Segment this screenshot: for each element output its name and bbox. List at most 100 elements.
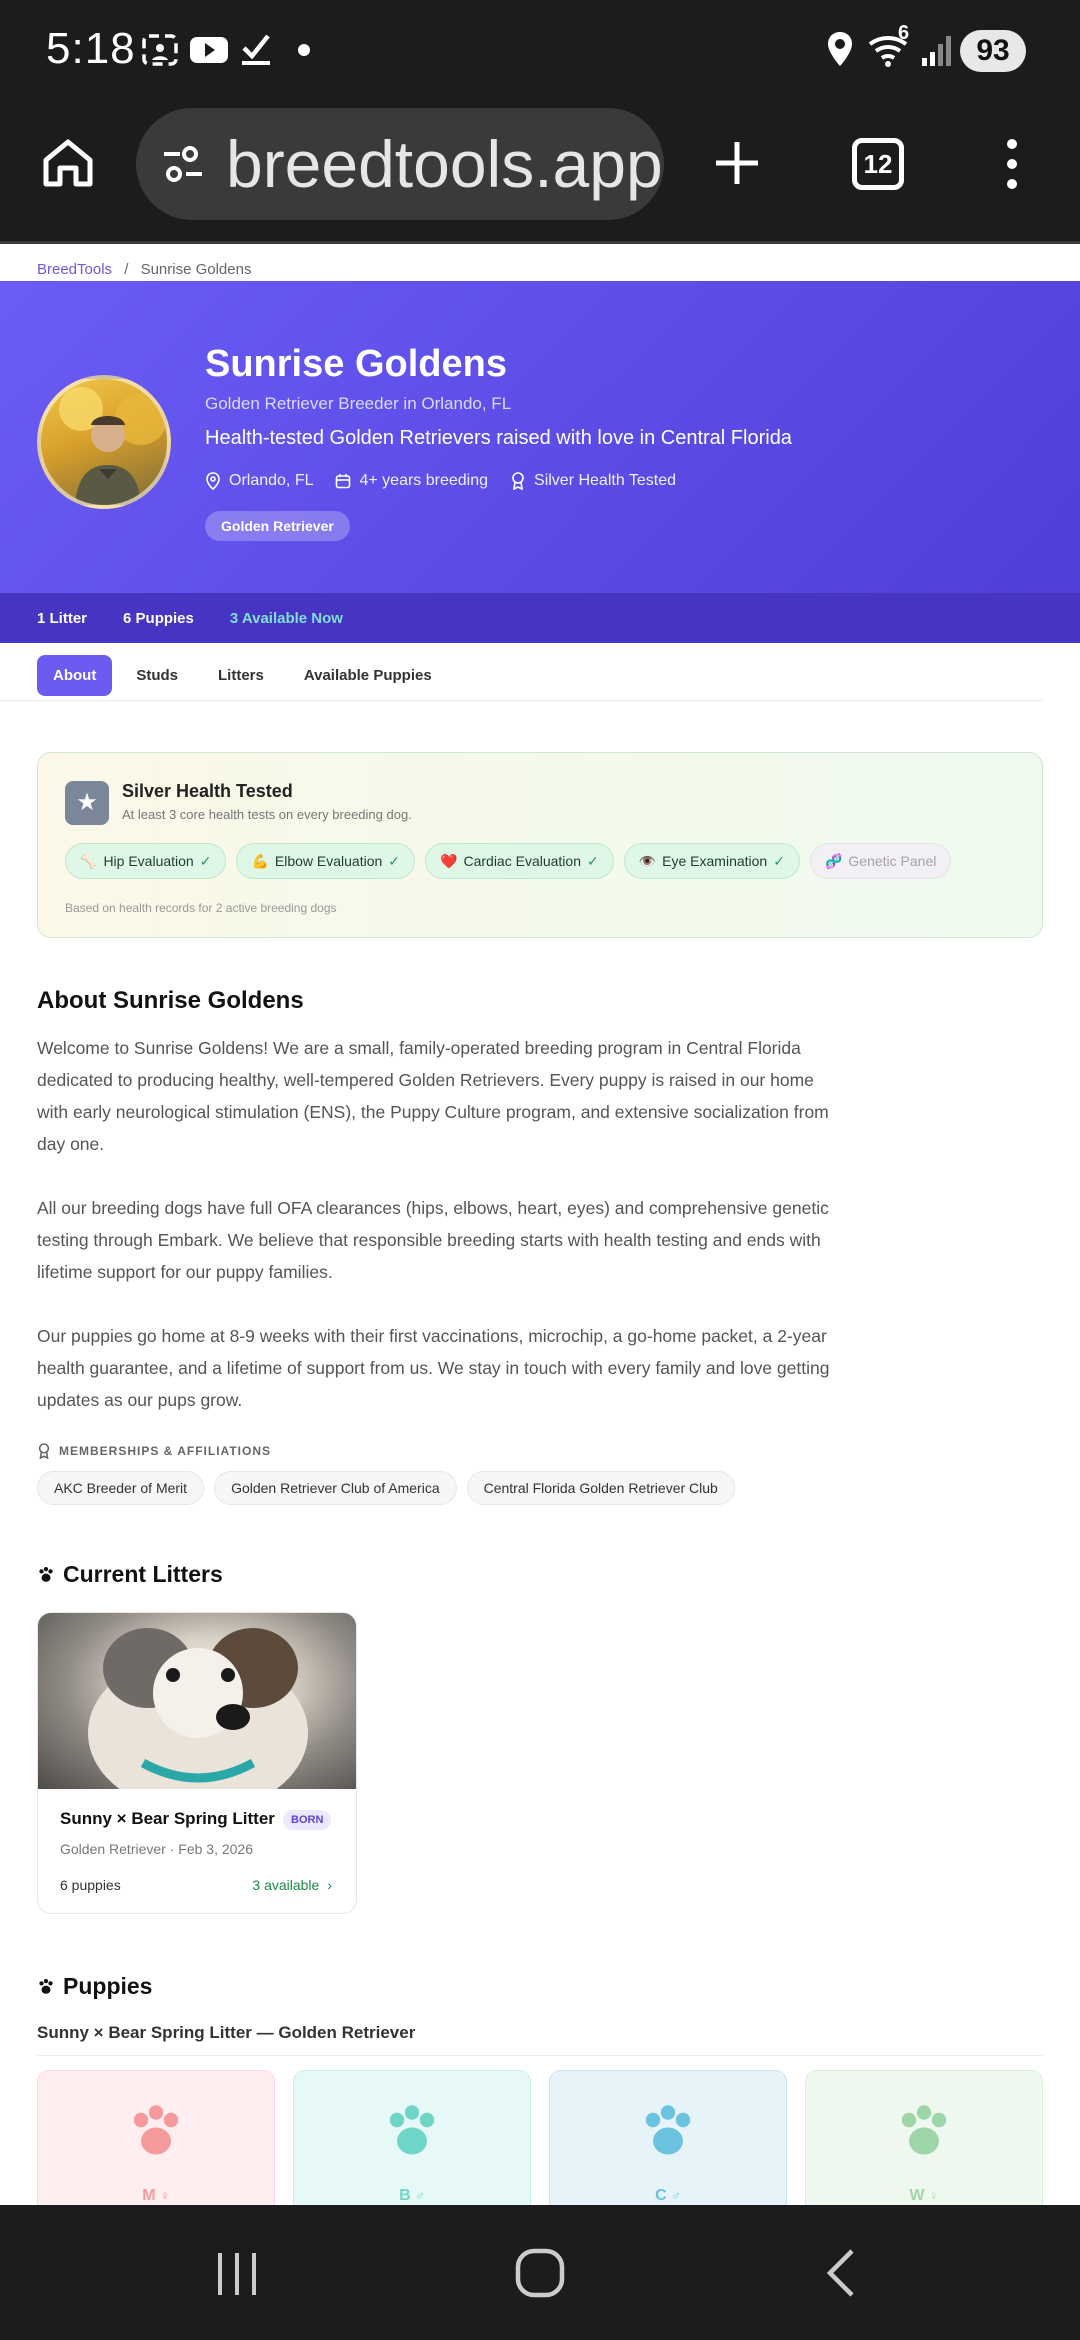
paw-icon	[645, 2105, 691, 2155]
health-tested-card: ★ Silver Health Tested At least 3 core h…	[37, 752, 1043, 938]
puppy-card[interactable]: C ♂	[549, 2070, 787, 2205]
male-icon: ♂	[415, 2188, 425, 2203]
puppy-label: C ♂	[655, 2187, 681, 2204]
litter-puppy-count: 6 puppies	[60, 1877, 121, 1893]
female-icon: ♀	[160, 2188, 170, 2203]
puppy-label: M ♀	[142, 2187, 170, 2204]
award-icon	[512, 472, 524, 490]
litter-name: Sunny × Bear Spring Litter	[60, 1809, 275, 1828]
health-chip-hip: 🦴 Hip Evaluation ✓	[65, 843, 227, 879]
paw-icon	[389, 2105, 435, 2155]
site-settings-icon[interactable]	[160, 142, 206, 188]
status-time: 5:18	[46, 24, 136, 73]
stats-bar: 1 Litter 6 Puppies 3 Available Now	[0, 593, 1080, 643]
tab-about[interactable]: About	[37, 655, 113, 696]
paw-icon	[901, 2105, 947, 2155]
stat-puppies: 6 Puppies	[123, 609, 194, 627]
breeder-tagline: Health-tested Golden Retrievers raised w…	[205, 427, 792, 449]
breeder-subtitle: Golden Retriever Breeder in Orlando, FL	[205, 394, 512, 413]
profile-tabs: About Studs Litters Available Puppies	[0, 643, 1043, 701]
puppy-label: W ♀	[909, 2187, 939, 2204]
stat-available[interactable]: 3 Available Now	[230, 610, 343, 627]
youtube-icon	[190, 37, 228, 63]
paw-icon	[39, 1566, 53, 1582]
health-subtitle: At least 3 core health tests on every br…	[122, 807, 412, 822]
breeder-meta: Orlando, FL 4+ years breeding Silver Hea…	[205, 472, 676, 490]
puppies-heading: Puppies	[37, 1973, 152, 2000]
breadcrumb-separator: /	[124, 261, 129, 278]
more-menu-icon[interactable]	[1000, 136, 1024, 192]
check-icon: ✓	[388, 852, 401, 869]
bone-icon: 🦴	[80, 852, 98, 869]
recent-apps-icon[interactable]	[212, 2249, 262, 2299]
litter-photo	[38, 1613, 356, 1813]
calendar-icon	[336, 474, 351, 489]
stat-litters: 1 Litter	[37, 609, 88, 627]
wifi-label: 6	[898, 22, 910, 44]
tab-switcher-button[interactable]: 12	[852, 138, 904, 190]
breadcrumb-home-link[interactable]: BreedTools	[37, 261, 112, 278]
map-pin-icon	[206, 472, 220, 490]
about-paragraph-1: Welcome to Sunrise Goldens! We are a sma…	[37, 1038, 829, 1154]
litter-card[interactable]: Sunny × Bear Spring Litter BORN Golden R…	[37, 1612, 357, 1914]
health-chip-cardiac: ❤️ Cardiac Evaluation ✓	[425, 843, 614, 879]
address-bar[interactable]: breedtools.app/	[136, 108, 664, 220]
health-chip-genetic: 🧬 Genetic Panel	[809, 843, 952, 879]
check-icon: ✓	[773, 852, 785, 869]
breed-badge: Golden Retriever	[205, 511, 350, 541]
litter-status-badge: BORN	[283, 1810, 332, 1830]
flexed-bicep-icon: 💪	[251, 852, 269, 869]
browser-toolbar: breedtools.app/ 12	[0, 100, 1080, 244]
health-title: Silver Health Tested	[122, 781, 293, 801]
memberships-label: MEMBERSHIPS & AFFILIATIONS	[37, 1443, 271, 1459]
web-page: BreedTools / Sunrise Goldens Sunrise Gol…	[0, 247, 1080, 2205]
breeder-hero: Sunrise Goldens Golden Retriever Breeder…	[0, 281, 1080, 593]
litter-meta: Golden Retriever · Feb 3, 2026	[60, 1841, 253, 1857]
tab-litters[interactable]: Litters	[202, 655, 280, 696]
about-paragraph-2: All our breeding dogs have full OFA clea…	[37, 1198, 829, 1282]
home-icon[interactable]	[40, 134, 96, 190]
puppy-label: B ♂	[399, 2187, 425, 2204]
membership-chip: Central Florida Golden Retriever Club	[466, 1471, 735, 1505]
star-icon: ★	[65, 781, 109, 825]
female-icon: ♀	[928, 2188, 939, 2203]
breeder-avatar	[37, 375, 171, 509]
home-button-icon[interactable]	[514, 2247, 566, 2299]
screenshot-icon	[142, 34, 178, 66]
new-tab-icon[interactable]	[712, 138, 762, 188]
meta-experience: 4+ years breeding	[335, 472, 488, 490]
health-note: Based on health records for 2 active bre…	[65, 901, 337, 915]
memberships-list: AKC Breeder of Merit Golden Retriever Cl…	[37, 1471, 735, 1505]
about-heading: About Sunrise Goldens	[37, 987, 304, 1014]
health-test-list: 🦴 Hip Evaluation ✓ 💪 Elbow Evaluation ✓ ❤️ Ca…	[65, 843, 952, 879]
current-litters-heading: Current Litters	[37, 1561, 223, 1588]
android-nav-bar	[0, 2205, 1080, 2340]
breadcrumb: BreedTools / Sunrise Goldens	[0, 247, 1080, 281]
notification-dot-icon	[298, 44, 310, 56]
tab-studs[interactable]: Studs	[120, 655, 194, 696]
breadcrumb-current: Sunrise Goldens	[140, 261, 252, 278]
location-icon	[828, 32, 852, 66]
puppy-card[interactable]: M ♀	[37, 2070, 275, 2205]
dna-icon: 🧬	[824, 852, 843, 869]
breeder-name: Sunrise Goldens	[205, 343, 507, 385]
battery-indicator: 93	[960, 30, 1026, 72]
task-check-icon	[242, 34, 270, 65]
eye-icon: 👁️	[638, 852, 657, 869]
heart-icon: ❤️	[440, 852, 458, 869]
membership-chip: AKC Breeder of Merit	[37, 1471, 205, 1505]
tab-available-puppies[interactable]: Available Puppies	[288, 655, 448, 696]
litter-available-link[interactable]: 3 available ›	[252, 1877, 332, 1893]
health-chip-eye: 👁️ Eye Examination ✓	[623, 843, 800, 879]
check-icon: ✓	[199, 852, 212, 869]
puppy-card[interactable]: B ♂	[293, 2070, 531, 2205]
paw-icon	[39, 1978, 53, 1994]
award-icon	[38, 1443, 50, 1459]
puppy-card[interactable]: W ♀	[805, 2070, 1043, 2205]
signal-icon	[922, 36, 951, 66]
membership-chip: Golden Retriever Club of America	[214, 1471, 457, 1505]
puppies-litter-subtitle: Sunny × Bear Spring Litter — Golden Retr…	[37, 2023, 1043, 2056]
meta-location: Orlando, FL	[205, 472, 313, 490]
status-bar: 5:18 6 93	[0, 0, 1080, 100]
back-icon[interactable]	[822, 2247, 862, 2299]
